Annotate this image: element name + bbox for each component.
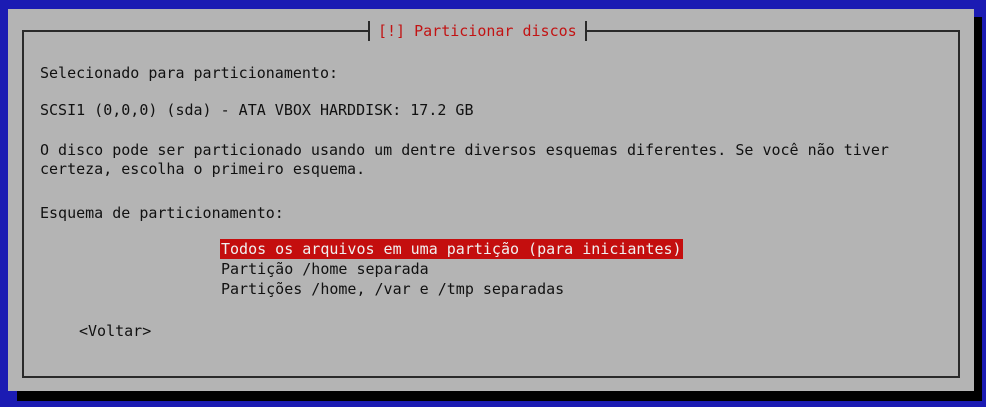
description-text: O disco pode ser particionado usando um … bbox=[40, 141, 889, 178]
option-separate-home[interactable]: Partição /home separada bbox=[220, 259, 683, 279]
selected-label: Selecionado para particionamento: bbox=[40, 64, 339, 82]
frame-border-bottom bbox=[22, 376, 960, 378]
scheme-label: Esquema de particionamento: bbox=[40, 204, 284, 222]
scheme-options-list: Todos os arquivos em uma partição (para … bbox=[220, 239, 683, 299]
option-separate-home-var-tmp[interactable]: Partições /home, /var e /tmp separadas bbox=[220, 279, 683, 299]
frame-border-right bbox=[958, 30, 960, 378]
title-right-tick bbox=[584, 21, 587, 41]
dialog-title-bar: [!] Particionar discos bbox=[368, 20, 587, 42]
dialog-title: [!] Particionar discos bbox=[378, 22, 577, 40]
partition-dialog: [!] Particionar discos Selecionado para … bbox=[8, 9, 974, 391]
disk-info: SCSI1 (0,0,0) (sda) - ATA VBOX HARDDISK:… bbox=[40, 101, 474, 119]
frame-border-left bbox=[22, 30, 24, 378]
back-button[interactable]: <Voltar> bbox=[79, 321, 151, 341]
option-all-files-one-partition[interactable]: Todos os arquivos em uma partição (para … bbox=[220, 239, 683, 259]
